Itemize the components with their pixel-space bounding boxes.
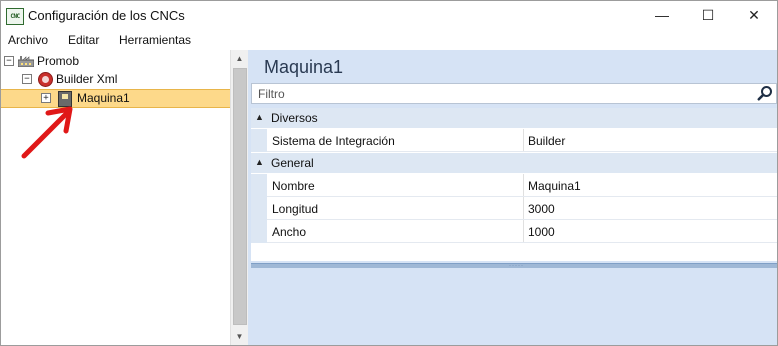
close-button[interactable]: ✕ bbox=[731, 1, 777, 30]
column-divider bbox=[523, 174, 524, 196]
menu-bar: Archivo Editar Herramientas bbox=[1, 30, 777, 50]
cnc-app-icon: CNC bbox=[6, 8, 24, 25]
menu-archivo[interactable]: Archivo bbox=[8, 33, 48, 47]
property-name: Sistema de Integración bbox=[272, 134, 395, 148]
cnc-tree: − Promob − Builder Xml + Maquina1 bbox=[1, 50, 230, 345]
property-row[interactable]: Longitud 3000 bbox=[251, 197, 777, 220]
factory-icon bbox=[18, 56, 34, 67]
collapse-icon[interactable]: ▲ bbox=[255, 157, 264, 167]
tree-item-promob[interactable]: − Promob bbox=[1, 52, 230, 70]
property-name: Longitud bbox=[272, 202, 319, 216]
filter-input[interactable] bbox=[256, 86, 750, 102]
property-grid: ▲ Diversos Sistema de Integración Builde… bbox=[251, 108, 777, 261]
collapse-icon[interactable]: − bbox=[22, 74, 32, 84]
filter-box[interactable] bbox=[251, 83, 777, 104]
tree-item-builder-xml[interactable]: − Builder Xml bbox=[1, 70, 230, 88]
search-icon[interactable] bbox=[757, 85, 773, 101]
row-gutter bbox=[251, 129, 267, 152]
window-title: Configuración de los CNCs bbox=[28, 8, 185, 23]
builder-icon bbox=[38, 72, 53, 87]
scroll-up-icon[interactable]: ▲ bbox=[231, 50, 248, 67]
column-divider bbox=[523, 129, 524, 151]
category-label: Diversos bbox=[271, 111, 318, 125]
collapse-icon[interactable]: − bbox=[4, 56, 14, 66]
scroll-thumb[interactable] bbox=[233, 68, 247, 325]
property-row[interactable]: Nombre Maquina1 bbox=[251, 174, 777, 197]
maximize-button[interactable]: ☐ bbox=[685, 1, 731, 30]
title-bar[interactable]: CNC Configuración de los CNCs — ☐ ✕ bbox=[1, 1, 777, 30]
column-divider bbox=[523, 197, 524, 219]
row-gutter bbox=[251, 220, 267, 243]
menu-herramientas[interactable]: Herramientas bbox=[119, 33, 191, 47]
page-title: Maquina1 bbox=[264, 57, 344, 77]
column-divider bbox=[523, 220, 524, 242]
app-window: CNC Configuración de los CNCs — ☐ ✕ Arch… bbox=[0, 0, 778, 346]
details-pane: Maquina1 ▲ Diversos Sistema de Integraci… bbox=[248, 50, 777, 345]
row-gutter bbox=[251, 174, 267, 197]
property-row[interactable]: Sistema de Integración Builder bbox=[251, 129, 777, 152]
property-row[interactable]: Ancho 1000 bbox=[251, 220, 777, 243]
property-name: Ancho bbox=[272, 225, 307, 239]
collapse-icon[interactable]: ▲ bbox=[255, 112, 264, 122]
row-gutter bbox=[251, 197, 267, 220]
property-name: Nombre bbox=[272, 179, 315, 193]
annotation-arrow bbox=[21, 106, 73, 159]
app-icon-text: CNC bbox=[10, 13, 20, 20]
property-value[interactable]: Builder bbox=[528, 134, 565, 148]
category-label: General bbox=[271, 156, 314, 170]
property-value[interactable]: 3000 bbox=[528, 202, 555, 216]
tree-label: Builder Xml bbox=[56, 72, 118, 86]
property-value[interactable]: Maquina1 bbox=[528, 179, 581, 193]
property-value[interactable]: 1000 bbox=[528, 225, 555, 239]
tree-scrollbar[interactable]: ▲ ▼ bbox=[230, 50, 248, 345]
category-general[interactable]: ▲ General bbox=[251, 153, 777, 173]
menu-editar[interactable]: Editar bbox=[68, 33, 99, 47]
scroll-down-icon[interactable]: ▼ bbox=[231, 328, 248, 345]
description-panel bbox=[251, 268, 777, 345]
tree-label: Promob bbox=[37, 54, 80, 68]
minimize-button[interactable]: — bbox=[639, 1, 685, 30]
category-diversos[interactable]: ▲ Diversos bbox=[251, 108, 777, 128]
